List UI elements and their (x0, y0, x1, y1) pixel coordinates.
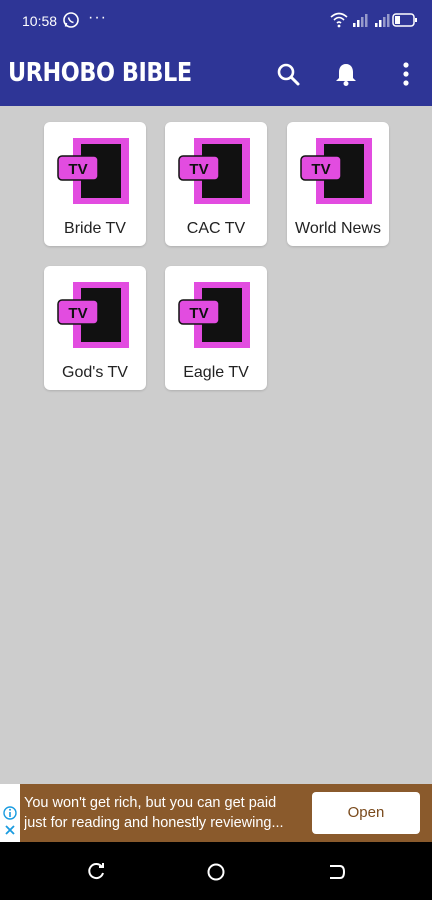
signal-icon (353, 14, 368, 27)
channel-tile-eagle-tv[interactable]: TV Eagle TV (165, 266, 267, 390)
status-bar: 10:58 ··· (0, 0, 432, 44)
channel-label: Bride TV (64, 220, 126, 237)
tv-icon: TV (57, 282, 129, 348)
info-icon[interactable] (3, 806, 17, 820)
ad-choices[interactable] (0, 784, 20, 842)
ad-banner[interactable]: You won't get rich, but you can get paid… (0, 784, 432, 842)
tv-icon: TV (178, 138, 250, 204)
back-icon[interactable] (326, 862, 346, 882)
channel-label: CAC TV (186, 220, 246, 237)
more-vert-icon[interactable] (392, 60, 420, 88)
search-icon[interactable] (274, 60, 302, 88)
ad-line-1: You won't get rich, but you can get paid (24, 795, 277, 811)
channel-tile-world-news[interactable]: TV World News (287, 122, 389, 246)
channel-tile-gods-tv[interactable]: TV God's TV (44, 266, 146, 390)
svg-text:TV: TV (189, 305, 208, 322)
svg-text:TV: TV (68, 161, 87, 178)
channel-label: God's TV (62, 364, 128, 381)
ad-line-2: just for reading and honestly reviewing.… (24, 815, 284, 831)
whatsapp-icon (63, 12, 79, 28)
tv-icon: TV (57, 138, 129, 204)
system-nav-bar (0, 842, 432, 900)
status-time: 10:58 (22, 13, 58, 29)
channel-tile-cac-tv[interactable]: TV CAC TV (165, 122, 267, 246)
svg-text:TV: TV (189, 161, 208, 178)
battery-icon (392, 13, 417, 27)
home-icon[interactable] (206, 862, 226, 882)
svg-text:TV: TV (68, 305, 87, 322)
ad-open-button[interactable]: Open (312, 792, 420, 834)
channel-tile-bride-tv[interactable]: TV Bride TV (44, 122, 146, 246)
more-notifications-dots: ··· (88, 9, 107, 26)
channel-label: World News (295, 220, 381, 237)
channel-label: Eagle TV (183, 364, 249, 381)
tv-icon: TV (178, 282, 250, 348)
tv-icon: TV (300, 138, 372, 204)
recent-apps-icon[interactable] (86, 862, 106, 882)
bell-icon[interactable] (332, 60, 360, 88)
signal-icon (375, 14, 390, 27)
app-bar: URHOBO BIBLE (0, 44, 432, 106)
app-title: URHOBO BIBLE (8, 58, 192, 88)
wifi-icon (330, 12, 348, 28)
ad-text: You won't get rich, but you can get paid… (24, 793, 314, 833)
svg-text:TV: TV (311, 161, 330, 178)
close-icon[interactable] (4, 824, 16, 836)
